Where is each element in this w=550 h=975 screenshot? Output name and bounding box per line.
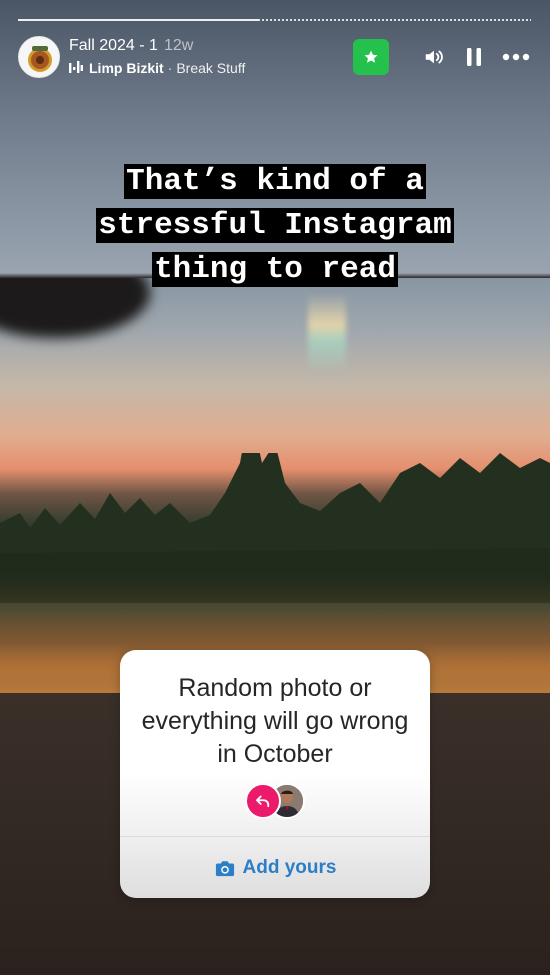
- caption-line: That’s kind of a: [124, 164, 426, 199]
- add-yours-label[interactable]: Add yours: [243, 857, 337, 879]
- highlight-cover-avatar[interactable]: [18, 36, 60, 78]
- sound-button[interactable]: [421, 44, 447, 70]
- pause-icon: [467, 48, 481, 66]
- star-icon: [364, 50, 378, 63]
- music-bars-icon: [69, 60, 83, 76]
- music-attribution[interactable]: Limp Bizkit · Break Stuff: [69, 60, 245, 76]
- sticker-participants[interactable]: [245, 783, 307, 821]
- close-friends-button[interactable]: [353, 39, 389, 75]
- story-header: Fall 2024 - 1 12w Limp Bizkit · Break Stu…: [18, 35, 531, 80]
- more-options-button[interactable]: [501, 44, 531, 70]
- caption-line: stressful Instagram: [96, 208, 454, 243]
- camera-icon: [214, 858, 236, 878]
- story-progress-bar: [18, 19, 531, 21]
- more-options-icon: [502, 53, 530, 61]
- add-yours-button[interactable]: Add yours: [120, 846, 430, 890]
- speaker-icon: [425, 50, 443, 64]
- caption-line: thing to read: [152, 252, 398, 287]
- reply-arrow-icon: [256, 795, 270, 808]
- reply-badge: [245, 783, 281, 819]
- highlight-title-line[interactable]: Fall 2024 - 1 12w: [69, 37, 193, 55]
- music-artist[interactable]: Limp Bizkit: [89, 60, 164, 76]
- highlight-title[interactable]: Fall 2024 - 1: [69, 37, 158, 54]
- add-yours-sticker[interactable]: Random photo or everything will go wrong…: [120, 650, 430, 898]
- music-song[interactable]: Break Stuff: [176, 60, 245, 76]
- story-progress-fill: [18, 19, 260, 21]
- story-caption: That’s kind of a stressful Instagram thi…: [0, 160, 550, 292]
- story-viewer[interactable]: Fall 2024 - 1 12w Limp Bizkit · Break Stu…: [0, 0, 550, 975]
- add-yours-prompt: Random photo or everything will go wrong…: [141, 674, 409, 768]
- lens-glare: [308, 293, 346, 373]
- music-separator: ·: [167, 60, 173, 76]
- pause-button[interactable]: [461, 44, 487, 70]
- story-photo: [0, 278, 550, 693]
- story-controls: [353, 39, 531, 75]
- sticker-divider: [120, 836, 430, 837]
- story-age: 12w: [163, 37, 194, 54]
